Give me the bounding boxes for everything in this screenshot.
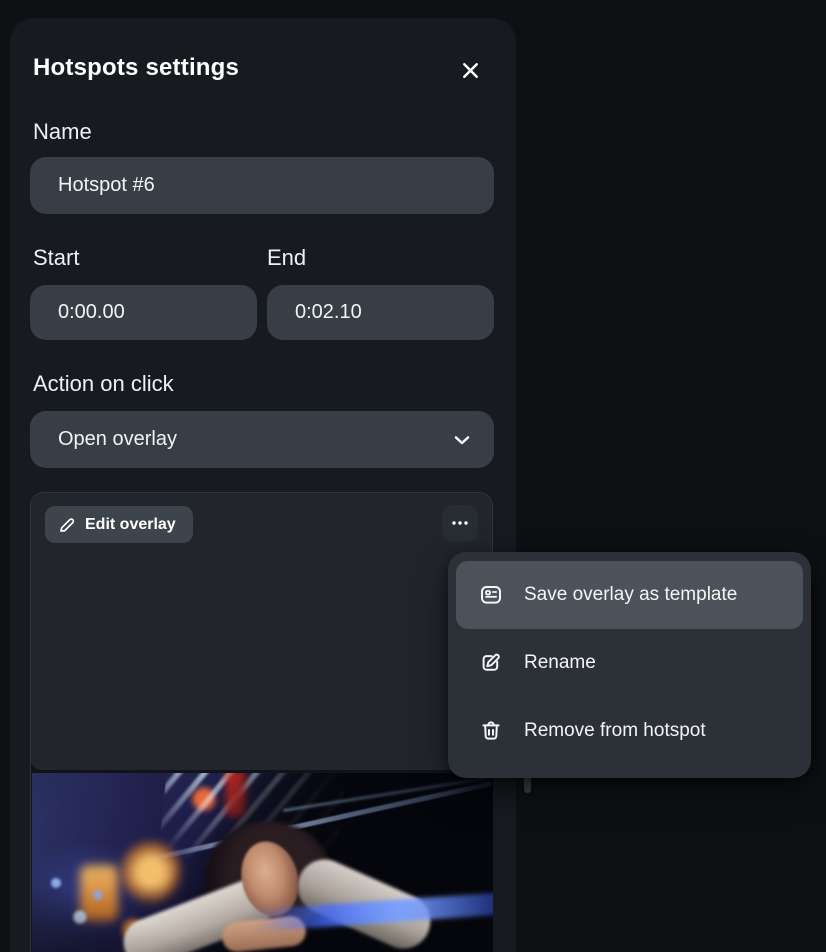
- panel-title: Hotspots settings: [33, 54, 239, 82]
- end-label: End: [267, 245, 306, 271]
- menu-item-label: Save overlay as template: [524, 584, 737, 606]
- name-label: Name: [33, 119, 92, 145]
- hotspots-settings-panel: Hotspots settings Name Start End Action …: [10, 18, 516, 952]
- video-frame-thumbnail: [32, 773, 493, 952]
- action-on-click-label: Action on click: [33, 371, 174, 397]
- template-card-icon: [478, 582, 504, 608]
- hotspots-settings-screen: Hotspots settings Name Start End Action …: [0, 0, 826, 952]
- menu-item-save-overlay-as-template[interactable]: Save overlay as template: [456, 561, 803, 629]
- name-input[interactable]: [30, 157, 494, 214]
- overlay-more-button[interactable]: [442, 505, 478, 541]
- close-button[interactable]: [450, 50, 490, 90]
- menu-item-label: Remove from hotspot: [524, 720, 706, 742]
- menu-item-label: Rename: [524, 652, 596, 674]
- thumbnail-art-vignette: [32, 773, 493, 952]
- trash-icon: [478, 718, 504, 744]
- pencil-icon: [58, 516, 76, 534]
- overlay-context-menu: Save overlay as template Rename Remove f…: [448, 552, 811, 778]
- ellipsis-icon: [447, 510, 473, 536]
- start-label: Start: [33, 245, 79, 271]
- rename-pencil-square-icon: [478, 650, 504, 676]
- end-time-input[interactable]: [267, 285, 494, 340]
- x-icon: [457, 57, 484, 84]
- overlay-preview-card: Edit overlay: [30, 492, 493, 952]
- menu-item-rename[interactable]: Rename: [456, 629, 803, 697]
- action-select[interactable]: Open overlay: [30, 411, 494, 468]
- action-select-value: Open overlay: [58, 428, 450, 451]
- chevron-down-icon: [450, 428, 474, 452]
- menu-item-remove-from-hotspot[interactable]: Remove from hotspot: [456, 697, 803, 765]
- start-time-input[interactable]: [30, 285, 257, 340]
- edit-overlay-label: Edit overlay: [85, 516, 176, 534]
- edit-overlay-button[interactable]: Edit overlay: [45, 506, 193, 543]
